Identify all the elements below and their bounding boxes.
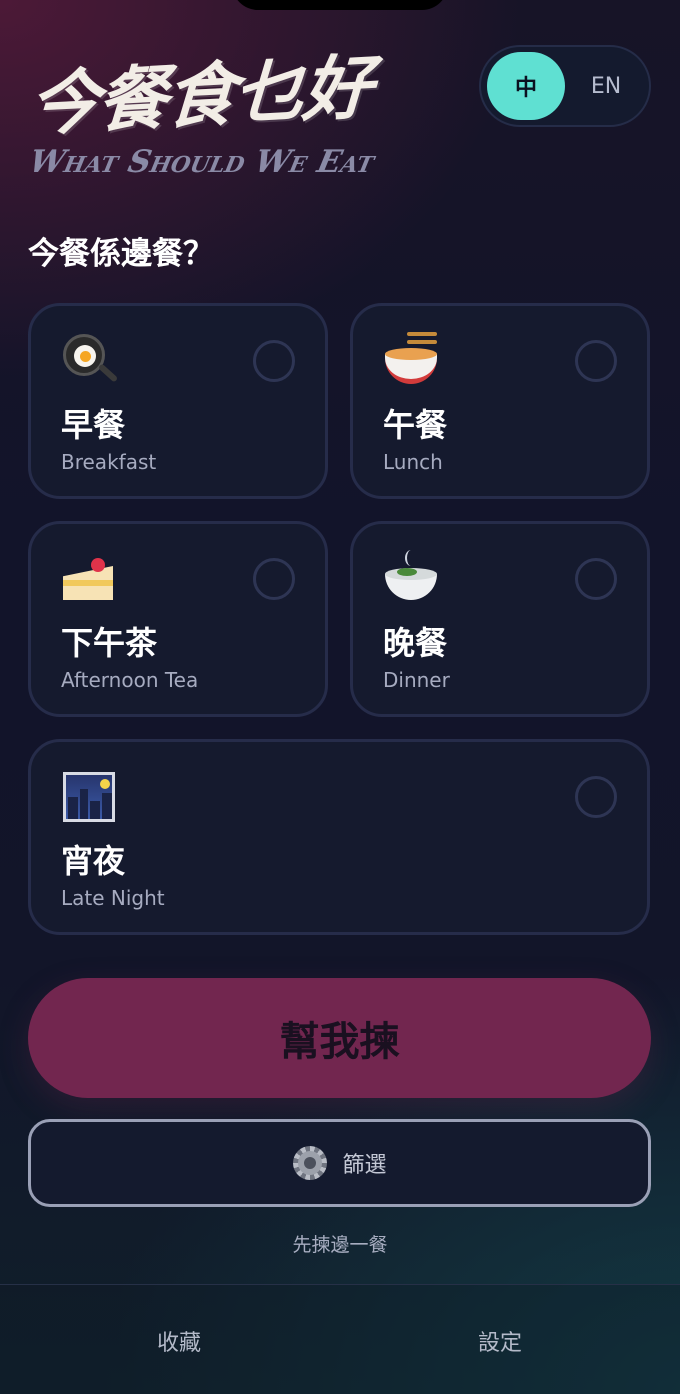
meal-radio[interactable]	[575, 558, 617, 600]
soup-bowl-icon	[383, 550, 439, 606]
meal-radio[interactable]	[575, 340, 617, 382]
bottom-tab-bar: 收藏 設定	[0, 1284, 680, 1394]
meal-title: 早餐	[61, 406, 126, 444]
meal-subtitle: Late Night	[61, 886, 165, 910]
meal-subtitle: Afternoon Tea	[61, 668, 199, 692]
meal-card-late-night[interactable]: 宵夜 Late Night	[28, 739, 650, 935]
meal-title: 下午茶	[61, 624, 158, 662]
meal-title: 宵夜	[61, 842, 126, 880]
meal-card-afternoon-tea[interactable]: 下午茶 Afternoon Tea	[28, 521, 328, 717]
meal-card-dinner[interactable]: 晚餐 Dinner	[350, 521, 650, 717]
cake-slice-icon	[61, 550, 117, 606]
meal-radio[interactable]	[575, 776, 617, 818]
device-notch	[232, 0, 448, 10]
logo-title-cn: 今餐食乜好	[26, 45, 373, 146]
language-option-en[interactable]: EN	[567, 52, 645, 120]
meal-radio[interactable]	[253, 340, 295, 382]
night-city-icon	[61, 768, 117, 824]
gear-icon	[292, 1145, 328, 1181]
frying-pan-egg-icon	[61, 332, 119, 388]
meal-title: 午餐	[383, 406, 448, 444]
meal-subtitle: Lunch	[383, 450, 443, 474]
language-option-zh[interactable]: 中	[487, 52, 565, 120]
tab-settings[interactable]: 設定	[400, 1325, 600, 1357]
meal-card-lunch[interactable]: 午餐 Lunch	[350, 303, 650, 499]
app-logo: 今餐食乜好 What Should We Eat	[26, 38, 426, 188]
logo-title-en: What Should We Eat	[26, 144, 378, 180]
tab-favorites[interactable]: 收藏	[79, 1325, 279, 1357]
language-toggle[interactable]: 中 EN	[479, 45, 651, 127]
meal-title: 晚餐	[383, 624, 448, 662]
filter-button[interactable]: 篩選	[28, 1119, 651, 1207]
meal-subtitle: Dinner	[383, 668, 450, 692]
pick-for-me-button[interactable]: 幫我揀	[28, 978, 651, 1098]
meal-card-breakfast[interactable]: 早餐 Breakfast	[28, 303, 328, 499]
noodle-bowl-icon	[383, 332, 439, 388]
meal-subtitle: Breakfast	[61, 450, 157, 474]
app-screen: 今餐食乜好 What Should We Eat 中 EN 今餐係邊餐？ 早餐 …	[0, 0, 680, 1394]
meal-radio[interactable]	[253, 558, 295, 600]
meal-prompt: 今餐係邊餐？	[28, 236, 214, 272]
hint-text: 先揀邊一餐	[292, 1234, 388, 1256]
filter-label: 篩選	[342, 1153, 387, 1178]
